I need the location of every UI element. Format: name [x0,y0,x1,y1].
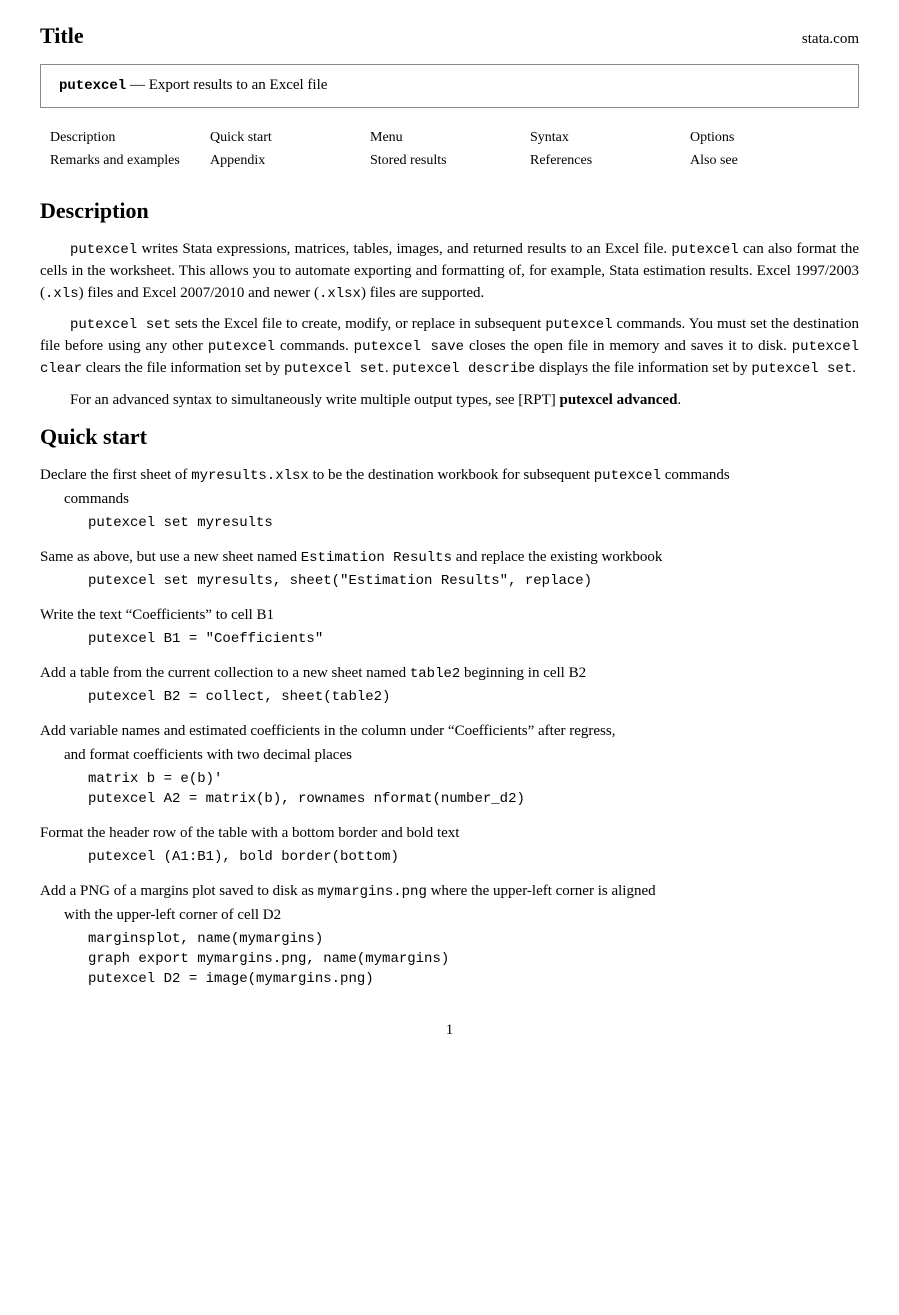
qs-code-line-4-1: putexcel B2 = collect, sheet(table2) [88,687,859,707]
qs-code-line-5-1: matrix b = e(b)' [88,769,859,789]
qs-item-4: Add a table from the current collection … [40,663,859,707]
qs-desc-5: Add variable names and estimated coeffic… [40,721,859,743]
putexcel-set-1: putexcel set [70,317,171,333]
nav-menu[interactable]: Menu [370,126,530,150]
nav-quickstart[interactable]: Quick start [210,126,370,150]
description-para-2: putexcel set sets the Excel file to crea… [40,314,859,379]
quickstart-heading: Quick start [40,421,859,453]
putexcel-inline-4: putexcel [208,339,275,355]
page-domain: stata.com [802,29,859,51]
command-name: putexcel [59,78,126,94]
command-box: putexcel — Export results to an Excel fi… [40,64,859,108]
qs-item-6: Format the header row of the table with … [40,823,859,867]
xlsx-ext: .xlsx [319,286,361,302]
description-heading: Description [40,195,859,227]
putexcel-inline-3: putexcel [545,317,612,333]
qs-code-line-7-1: marginsplot, name(mymargins) [88,929,859,949]
putexcel-save: putexcel save [354,339,464,355]
qs-code-ref-png: mymargins.png [318,884,427,900]
qs-code-6: putexcel (A1:B1), bold border(bottom) [88,847,859,867]
nav-references[interactable]: References [530,149,690,173]
description-para-3: For an advanced syntax to simultaneously… [70,390,859,412]
qs-code-ref-1: myresults.xlsx [191,468,309,484]
nav-options[interactable]: Options [690,126,850,150]
nav-col-4: Syntax References [530,126,690,174]
qs-code-ref-2: putexcel [594,468,661,484]
qs-code-2: putexcel set myresults, sheet("Estimatio… [88,571,859,591]
nav-stored-results[interactable]: Stored results [370,149,530,173]
putexcel-advanced-ref: putexcel advanced [560,392,678,408]
nav-table: Description Remarks and examples Quick s… [50,126,859,174]
putexcel-set-2: putexcel set [284,361,385,377]
qs-subtext-1: commands [64,489,859,511]
qs-desc-3: Write the text “Coefficients” to cell B1 [40,605,859,627]
qs-code-line-1-1: putexcel set myresults [88,513,859,533]
putexcel-inline-1: putexcel [70,242,137,258]
qs-code-line-2-1: putexcel set myresults, sheet("Estimatio… [88,571,859,591]
page-header: Title stata.com [40,20,859,52]
xls-ext: .xls [45,286,79,302]
qs-code-ref-table2: table2 [410,666,460,682]
nav-col-2: Quick start Appendix [210,126,370,174]
nav-col-3: Menu Stored results [370,126,530,174]
putexcel-inline-2: putexcel [671,242,738,258]
description-para-1: putexcel writes Stata expressions, matri… [40,239,859,304]
qs-code-line-7-2: graph export mymargins.png, name(mymargi… [88,949,859,969]
qs-subdesc-5: and format coefficients with two decimal… [64,745,859,767]
qs-code-line-6-1: putexcel (A1:B1), bold border(bottom) [88,847,859,867]
qs-code-4: putexcel B2 = collect, sheet(table2) [88,687,859,707]
nav-syntax[interactable]: Syntax [530,126,690,150]
qs-desc-7: Add a PNG of a margins plot saved to dis… [40,881,859,903]
qs-code-line-3-1: putexcel B1 = "Coefficients" [88,629,859,649]
qs-code-3: putexcel B1 = "Coefficients" [88,629,859,649]
command-description: Export results to an Excel file [149,77,328,93]
qs-item-1: Declare the first sheet of myresults.xls… [40,465,859,533]
qs-code-5: matrix b = e(b)' putexcel A2 = matrix(b)… [88,769,859,810]
qs-item-5: Add variable names and estimated coeffic… [40,721,859,809]
nav-remarks[interactable]: Remarks and examples [50,149,210,173]
qs-desc-1: Declare the first sheet of myresults.xls… [40,465,859,487]
putexcel-describe: putexcel describe [392,361,535,377]
nav-description[interactable]: Description [50,126,210,150]
description-section: Description putexcel writes Stata expres… [40,195,859,411]
command-dash: — [130,77,145,93]
qs-code-line-7-3: putexcel D2 = image(mymargins.png) [88,969,859,989]
qs-desc-2: Same as above, but use a new sheet named… [40,547,859,569]
page-number: 1 [446,1022,454,1038]
qs-item-7: Add a PNG of a margins plot saved to dis… [40,881,859,989]
qs-desc-6: Format the header row of the table with … [40,823,859,845]
qs-code-7: marginsplot, name(mymargins) graph expor… [88,929,859,990]
qs-item-3: Write the text “Coefficients” to cell B1… [40,605,859,649]
qs-code-ref-est: Estimation Results [301,550,452,566]
qs-desc-4: Add a table from the current collection … [40,663,859,685]
quickstart-section: Quick start Declare the first sheet of m… [40,421,859,989]
qs-item-2: Same as above, but use a new sheet named… [40,547,859,591]
page-title: Title [40,20,84,52]
qs-subdesc-7: with the upper-left corner of cell D2 [64,905,859,927]
nav-col-5: Options Also see [690,126,850,174]
qs-code-1: putexcel set myresults [88,513,859,533]
qs-code-line-5-2: putexcel A2 = matrix(b), rownames nforma… [88,789,859,809]
page-footer: 1 [40,1020,859,1042]
nav-col-1: Description Remarks and examples [50,126,210,174]
nav-appendix[interactable]: Appendix [210,149,370,173]
nav-also-see[interactable]: Also see [690,149,850,173]
putexcel-set-3: putexcel set [751,361,852,377]
